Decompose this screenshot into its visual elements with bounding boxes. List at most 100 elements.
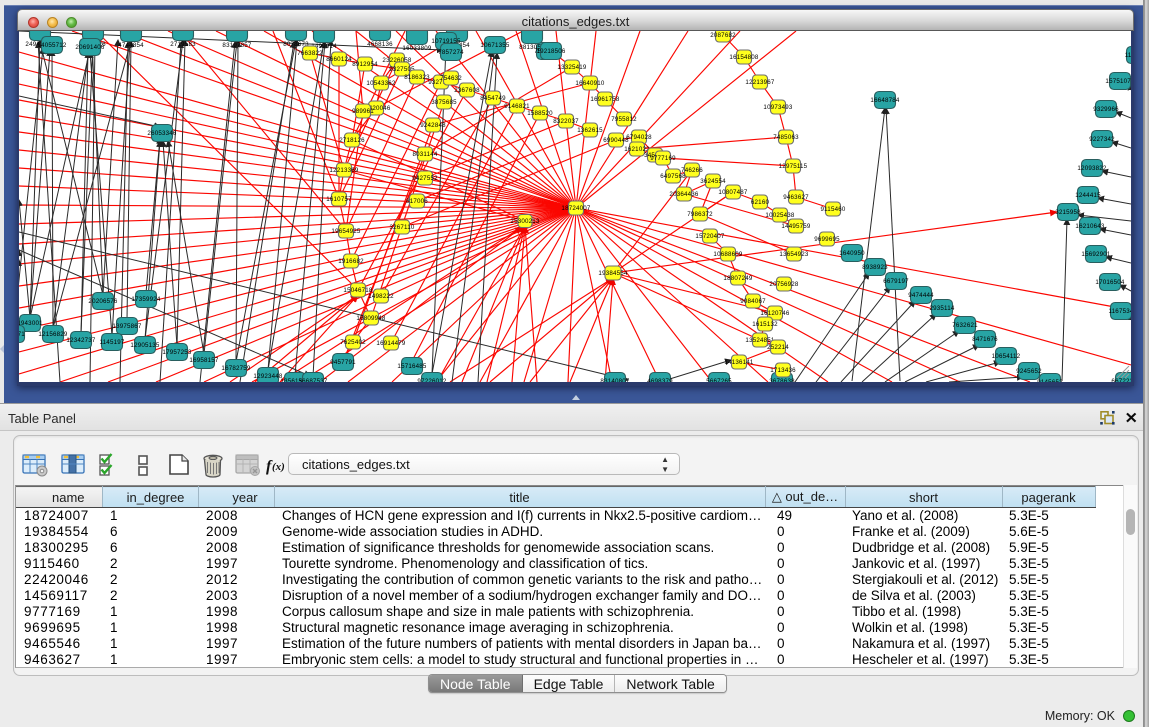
svg-text:3875685: 3875685 [431,99,457,106]
svg-text:989961: 989961 [352,108,374,115]
svg-text:4744854: 4744854 [118,42,144,49]
svg-text:17359924: 17359924 [131,296,160,303]
svg-text:19384554: 19384554 [598,270,627,277]
svg-text:6679197: 6679197 [883,278,909,285]
svg-text:9463627: 9463627 [783,194,809,201]
svg-text:15751074: 15751074 [1105,78,1131,85]
svg-text:9227342: 9227342 [1089,136,1115,143]
svg-text:16648784: 16648784 [870,97,899,104]
svg-text:7986372: 7986372 [687,211,713,218]
svg-text:7663822: 7663822 [297,50,323,57]
svg-text:9777169: 9777169 [650,155,676,162]
svg-text:2718126: 2718126 [339,137,365,144]
svg-text:2087682: 2087682 [710,32,736,39]
svg-text:18724007: 18724007 [561,205,590,212]
svg-text:13975867: 13975867 [112,323,141,330]
svg-text:14055712: 14055712 [37,42,66,49]
svg-text:10807487: 10807487 [718,189,747,196]
svg-text:62160: 62160 [751,199,770,206]
svg-text:12213369: 12213369 [329,167,358,174]
svg-text:20206576: 20206576 [88,298,117,305]
svg-text:20756928: 20756928 [769,281,798,288]
svg-text:15716485: 15716485 [397,363,426,370]
svg-text:7857274: 7857274 [438,49,464,56]
svg-text:15692901: 15692901 [1081,251,1110,258]
svg-text:3624554: 3624554 [700,178,726,185]
svg-text:(x): (x) [272,461,285,473]
svg-text:19218506: 19218506 [536,48,565,55]
svg-text:7955812: 7955812 [611,116,637,123]
svg-text:6794028: 6794028 [626,134,652,141]
svg-text:10654112: 10654112 [992,353,1021,360]
svg-text:1498222: 1498222 [368,293,394,300]
svg-text:7485063: 7485063 [773,134,799,141]
svg-text:1640950: 1640950 [839,250,865,257]
svg-text:9457791: 9457791 [330,359,356,366]
svg-text:1610757: 1610757 [326,196,352,203]
svg-text:13654923: 13654923 [779,251,808,258]
svg-text:10688609: 10688609 [713,251,742,258]
svg-text:19654925: 19654925 [331,228,360,235]
svg-text:1112345: 1112345 [1125,52,1131,59]
svg-text:10025438: 10025438 [765,212,794,219]
svg-text:16033809: 16033809 [402,45,431,52]
svg-text:8454749: 8454749 [480,95,506,102]
svg-text:9329966: 9329966 [1093,106,1119,113]
svg-text:10543362: 10543362 [366,80,395,87]
svg-text:17957253: 17957253 [162,349,191,356]
svg-text:252214: 252214 [767,344,789,351]
svg-text:2367608: 2367608 [454,87,480,94]
svg-text:20364436: 20364436 [669,191,698,198]
svg-text:17016504: 17016504 [1095,279,1124,286]
svg-text:8660124: 8660124 [326,56,352,63]
svg-text:9699695: 9699695 [814,236,840,243]
svg-text:83197857: 83197857 [222,42,251,49]
svg-text:9245652: 9245652 [1016,368,1042,375]
svg-text:18807249: 18807249 [723,275,752,282]
svg-text:16210643: 16210643 [1075,223,1104,230]
svg-text:1167534: 1167534 [1108,308,1131,315]
svg-text:1615132: 1615132 [752,321,778,328]
svg-text:16958157: 16958157 [189,357,218,364]
svg-text:2935114: 2935114 [929,305,954,312]
svg-text:20691406: 20691406 [75,44,104,51]
svg-text:3215958: 3215958 [1055,209,1081,216]
svg-text:10671355: 10671355 [480,42,509,49]
svg-text:8912954: 8912954 [352,61,378,68]
svg-text:12923448: 12923448 [253,373,282,380]
svg-text:9115460: 9115460 [820,206,845,213]
svg-text:7625402: 7625402 [340,339,366,346]
svg-text:1244415: 1244415 [1075,192,1101,199]
svg-text:16154808: 16154808 [729,54,758,61]
svg-text:9427552: 9427552 [412,175,438,182]
svg-text:817006: 817006 [406,198,428,205]
svg-text:16782759: 16782759 [221,365,250,372]
svg-text:9242848: 9242848 [420,122,446,129]
svg-text:10973493: 10973493 [763,104,792,111]
svg-text:8938923: 8938923 [862,264,888,271]
svg-text:14136141: 14136141 [724,359,753,366]
svg-text:12093822: 12093822 [1077,165,1106,172]
svg-text:12975115: 12975115 [779,163,808,170]
svg-text:2719583: 2719583 [170,41,196,48]
svg-text:25300213: 25300213 [510,218,539,225]
svg-text:8322037: 8322037 [553,118,579,125]
svg-text:9084067: 9084067 [740,298,766,305]
svg-text:4668136: 4668136 [367,41,393,48]
svg-text:16809948: 16809948 [356,315,385,322]
svg-text:16640910: 16640910 [575,80,604,87]
svg-text:9474444: 9474444 [908,292,934,299]
svg-text:26053346: 26053346 [147,130,176,137]
svg-text:14495759: 14495759 [781,223,810,230]
svg-text:1916682: 1916682 [338,258,364,265]
svg-text:1588520: 1588520 [527,110,553,117]
svg-text:6497568: 6497568 [660,173,686,180]
svg-text:16120746: 16120746 [760,310,789,317]
svg-text:12213967: 12213967 [745,79,774,86]
svg-text:8031144: 8031144 [412,151,437,158]
svg-text:1362615: 1362615 [577,127,603,134]
svg-text:3267110: 3267110 [389,224,414,231]
svg-text:13325419: 13325419 [557,64,586,71]
svg-text:754632: 754632 [440,75,462,82]
svg-text:12905135: 12905135 [130,342,159,349]
